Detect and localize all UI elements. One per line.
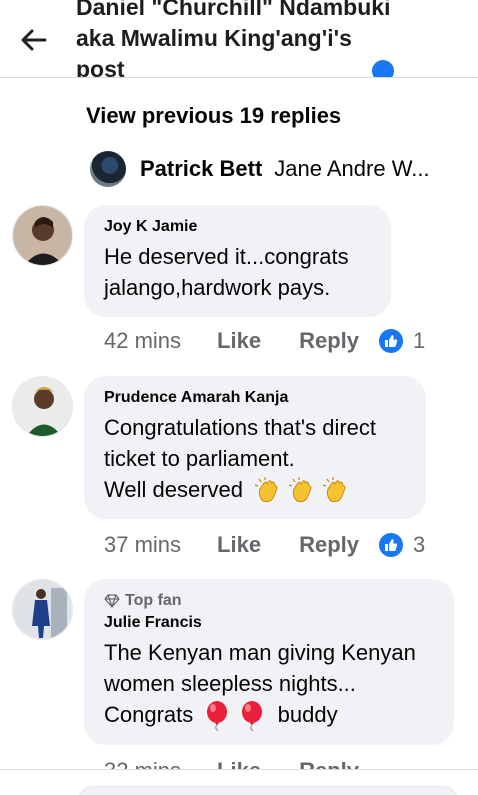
user-photo-icon	[13, 580, 72, 639]
balloon-icon	[241, 701, 262, 732]
comment-text-line: The Kenyan man giving Kenyan	[104, 640, 416, 665]
clapping-hands-icon	[323, 477, 346, 503]
post-title: Daniel "Churchill" Ndambuki aka Mwalimu …	[76, 0, 396, 78]
comment-text-segment: Congrats	[104, 702, 194, 727]
comment-text-segment: buddy	[277, 702, 338, 727]
comment-author[interactable]: Prudence Amarah Kanja	[104, 388, 406, 408]
comment-author[interactable]: Joy K Jamie	[104, 217, 371, 237]
comment-text-segment: Well deserved	[104, 477, 243, 502]
clapping-hands-icon	[289, 477, 312, 503]
thumbs-up-icon[interactable]	[379, 329, 403, 353]
reply-button[interactable]: Reply	[299, 532, 359, 558]
comment-text-line: Congratulations that's direct	[104, 415, 377, 440]
post-title-line-1: Daniel "Churchill" Ndambuki	[76, 0, 391, 20]
comment-text-line-with-emoji: Congrats buddy	[104, 699, 434, 732]
reply-preview-text: Jane Andre W...	[274, 156, 430, 181]
comment-actions: 37 mins Like Reply 3	[104, 532, 425, 558]
comment-text-line: women sleepless nights...	[104, 671, 356, 696]
view-previous-replies-link[interactable]: View previous 19 replies	[86, 103, 341, 129]
comment-author[interactable]: Julie Francis	[104, 613, 434, 633]
reaction-count[interactable]: 1	[413, 328, 425, 354]
avatar[interactable]	[12, 376, 73, 437]
avatar[interactable]	[12, 579, 73, 640]
back-arrow-icon	[21, 29, 47, 51]
reaction-peek-icon	[372, 60, 394, 77]
comment-actions: 42 mins Like Reply 1	[104, 328, 425, 354]
reply-preview-row[interactable]: Patrick Bett Jane Andre W...	[90, 151, 430, 187]
reaction-count[interactable]: 3	[413, 532, 425, 558]
post-header: Daniel "Churchill" Ndambuki aka Mwalimu …	[0, 0, 478, 78]
comment-text-line: jalango,hardwork pays.	[104, 275, 331, 300]
comment-timestamp: 42 mins	[104, 328, 182, 353]
thumbs-up-icon[interactable]	[379, 533, 403, 557]
comment-input[interactable]	[78, 786, 458, 795]
user-photo-icon	[13, 206, 72, 265]
diamond-icon	[104, 594, 120, 608]
comment-timestamp: 37 mins	[104, 532, 182, 557]
post-title-line-3: post	[76, 56, 125, 78]
top-fan-badge: Top fan	[104, 591, 434, 611]
clapping-hands-icon	[255, 477, 278, 503]
top-fan-label: Top fan	[125, 592, 182, 609]
comment-bubble[interactable]: Joy K Jamie He deserved it...congrats ja…	[84, 205, 391, 317]
avatar[interactable]	[12, 205, 73, 266]
back-button[interactable]	[18, 24, 50, 56]
comment-text-line-with-emoji: Well deserved	[104, 474, 406, 505]
like-button[interactable]: Like	[217, 328, 261, 354]
balloon-icon	[207, 701, 228, 732]
post-title-line-2: aka Mwalimu King'ang'i's	[76, 25, 352, 51]
reply-author-name[interactable]: Patrick Bett	[140, 156, 262, 182]
comment-text-line: ticket to parliament.	[104, 446, 295, 471]
reply-button[interactable]: Reply	[299, 328, 359, 354]
comment-bubble[interactable]: Top fan Julie Francis The Kenyan man giv…	[84, 579, 454, 745]
comment-text-line: He deserved it...congrats	[104, 244, 349, 269]
avatar[interactable]	[90, 151, 126, 187]
like-button[interactable]: Like	[217, 532, 261, 558]
comment-composer-bar	[0, 769, 478, 795]
comment-bubble[interactable]: Prudence Amarah Kanja Congratulations th…	[84, 376, 426, 519]
user-photo-icon	[13, 377, 72, 436]
